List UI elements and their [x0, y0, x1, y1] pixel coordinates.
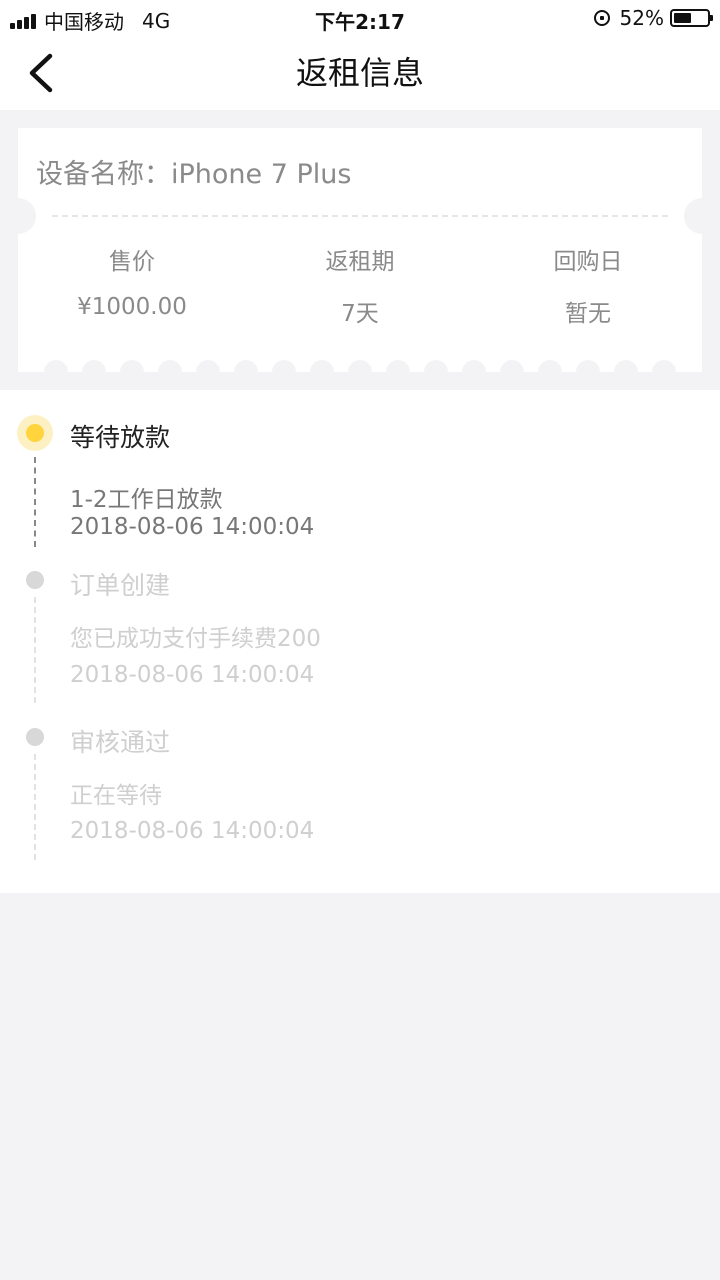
ticket-scallop [82, 360, 106, 372]
info-lease-period-label: 返租期 [325, 249, 395, 275]
info-price-value: ¥1000.00 [77, 294, 187, 320]
device-name-label: 设备名称： [36, 159, 171, 190]
info-buyback-date-value: 暂无 [565, 301, 611, 327]
timeline-step-detail: 您已成功支付手续费200 [70, 626, 321, 652]
timeline-step-title: 审核通过 [70, 728, 171, 757]
ticket-scallop [120, 360, 144, 372]
rotation-lock-icon [593, 10, 610, 26]
ticket-notch-left [18, 198, 36, 234]
inactive-dot-icon [26, 728, 44, 746]
ticket-scallop [424, 360, 448, 372]
ticket-scallop [196, 360, 220, 372]
active-dot-icon [17, 415, 53, 451]
ticket-scallop [272, 360, 296, 372]
progress-timeline: 等待放款 1-2工作日放款 2018-08-06 14:00:04 订单创建 您… [0, 390, 720, 893]
timeline-connector [34, 457, 36, 547]
info-price-label: 售价 [109, 249, 155, 275]
device-name-line: 设备名称：iPhone 7 Plus [36, 152, 351, 191]
ticket-scallop [386, 360, 410, 372]
timeline-step-detail: 1-2工作日放款 [70, 487, 223, 513]
status-bar: 中国移动 4G 下午2:17 52% [0, 0, 720, 36]
timeline-connector [34, 597, 36, 703]
status-right: 52% [593, 6, 713, 30]
page-title: 返租信息 [295, 54, 424, 92]
ticket-scallop [576, 360, 600, 372]
timeline-step-time: 2018-08-06 14:00:04 [70, 662, 315, 688]
ticket-scallop [234, 360, 258, 372]
ticket-scallop [462, 360, 486, 372]
device-name-value: iPhone 7 Plus [171, 159, 352, 190]
ticket-scallop [348, 360, 372, 372]
timeline-step-time: 2018-08-06 14:00:04 [70, 818, 315, 844]
timeline-step-time: 2018-08-06 14:00:04 [70, 514, 315, 540]
timeline-step-title: 等待放款 [70, 423, 171, 452]
nav-bar: 返租信息 [0, 36, 720, 110]
ticket-scallop [652, 360, 676, 372]
battery-icon [670, 9, 713, 27]
ticket-notch-right [684, 198, 702, 234]
ticket-scallop [158, 360, 182, 372]
info-columns: 售价 ¥1000.00 返租期 7天 回购日 暂无 [18, 242, 702, 328]
info-lease-period: 返租期 7天 [246, 242, 474, 328]
info-lease-period-value: 7天 [341, 301, 379, 327]
battery-fill [674, 13, 691, 23]
ticket-scallop [310, 360, 334, 372]
battery-percent: 52% [619, 6, 664, 30]
device-ticket-card: 设备名称：iPhone 7 Plus 售价 ¥1000.00 返租期 7天 回购… [18, 128, 702, 372]
timeline-step-detail: 正在等待 [70, 783, 162, 809]
timeline-step-title: 订单创建 [70, 571, 171, 600]
ticket-scallop-edge [18, 360, 702, 372]
ticket-scallop [500, 360, 524, 372]
ticket-scallop [538, 360, 562, 372]
ticket-scallop [614, 360, 638, 372]
ticket-divider [52, 215, 668, 217]
ticket-scallop [44, 360, 68, 372]
inactive-dot-icon [26, 571, 44, 589]
timeline-connector [34, 754, 36, 860]
info-price: 售价 ¥1000.00 [18, 242, 246, 328]
info-buyback-date: 回购日 暂无 [474, 242, 702, 328]
info-buyback-date-label: 回购日 [553, 249, 623, 275]
